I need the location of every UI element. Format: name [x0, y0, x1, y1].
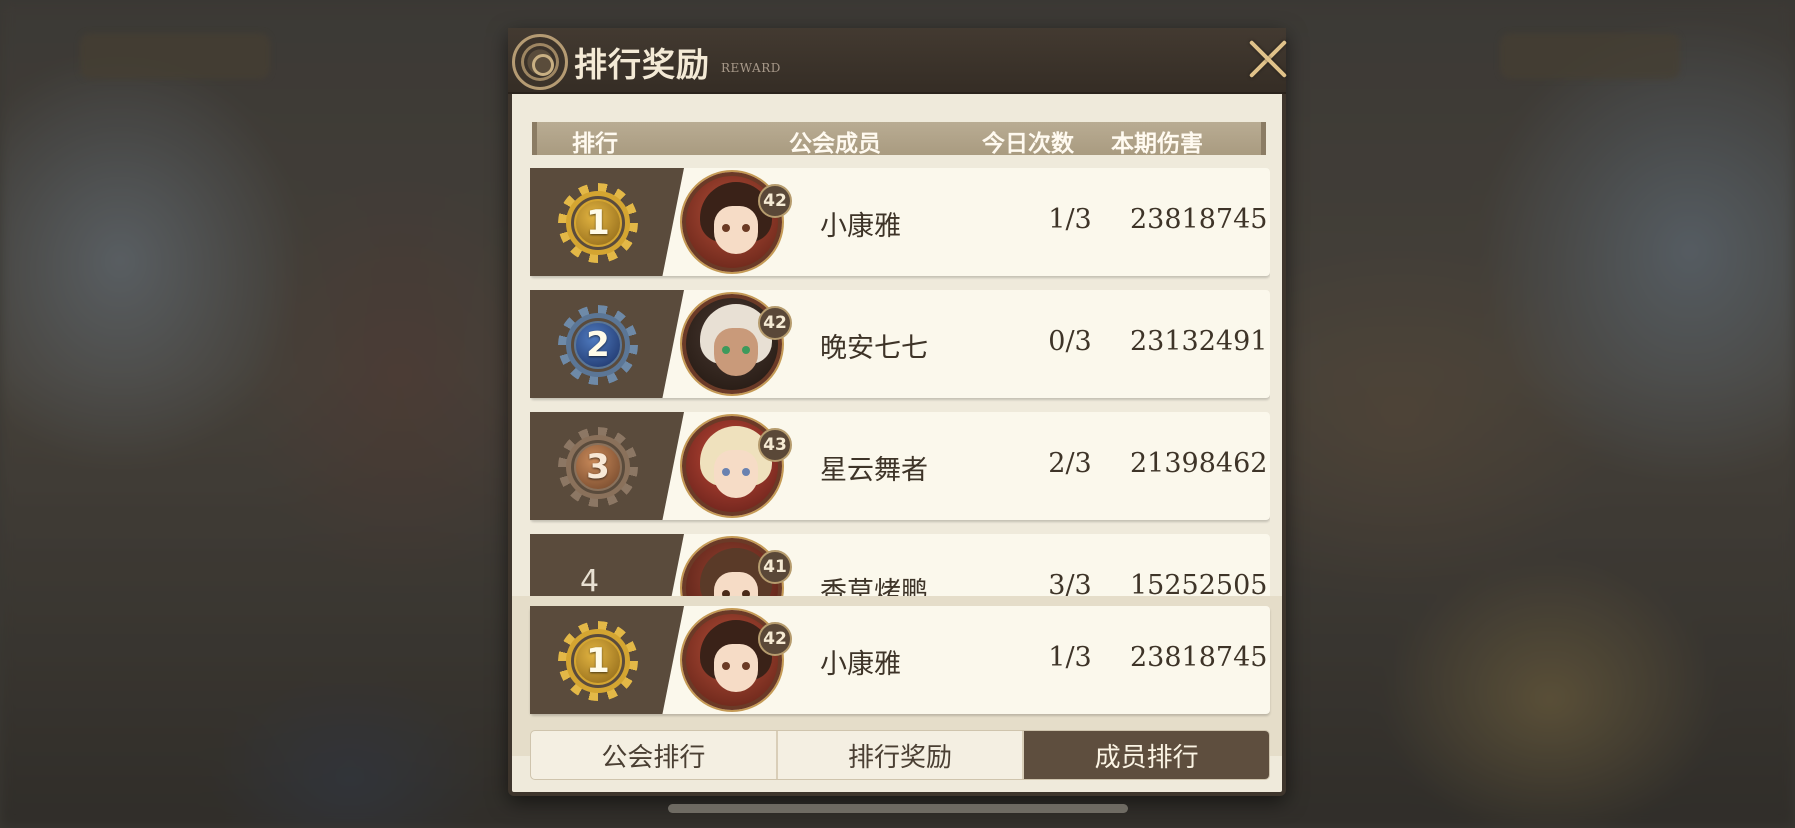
- today-count: 1/3: [1048, 642, 1092, 673]
- home-indicator: [668, 804, 1128, 813]
- damage-value: 23818745: [1130, 204, 1268, 235]
- close-icon[interactable]: [1244, 32, 1294, 82]
- ranking-row[interactable]: 2 42 晚安七七 0/3 23132491: [530, 290, 1270, 398]
- rank-block: 2: [530, 290, 684, 398]
- rank-number: 4: [580, 564, 600, 599]
- level-badge: 41: [758, 550, 792, 584]
- tab-ranking-rewards[interactable]: 排行奖励: [778, 731, 1025, 779]
- ranking-panel: 排行奖励 REWARD 排行 公会成员 今日次数 本期伤害 1 42 小康雅 1…: [508, 28, 1286, 796]
- level-badge: 42: [758, 184, 792, 218]
- rank-block: 1: [530, 168, 684, 276]
- panel-subtitle: REWARD: [721, 61, 781, 75]
- today-count: 1/3: [1048, 204, 1092, 235]
- gold-medal-icon: 1: [558, 183, 638, 263]
- column-damage: 本期伤害: [1111, 130, 1203, 157]
- level-badge: 42: [758, 622, 792, 656]
- column-member: 公会成员: [789, 130, 881, 157]
- column-header: 排行 公会成员 今日次数 本期伤害: [532, 122, 1266, 157]
- rank-number: 1: [574, 637, 622, 685]
- damage-value: 21398462: [1130, 448, 1268, 479]
- panel-title: 排行奖励: [574, 45, 710, 84]
- ranking-row[interactable]: 3 43 星云舞者 2/3 21398462: [530, 412, 1270, 520]
- tab-guild-ranking[interactable]: 公会排行: [531, 731, 778, 779]
- ranking-row[interactable]: 1 42 小康雅 1/3 23818745: [530, 168, 1270, 276]
- damage-value: 23132491: [1130, 326, 1268, 357]
- bronze-medal-icon: 3: [558, 427, 638, 507]
- background-blurred-hud: [80, 33, 270, 79]
- ranking-list[interactable]: 1 42 小康雅 1/3 23818745 2 42 晚安七七 0/3 2313…: [530, 168, 1270, 620]
- rank-number: 1: [574, 199, 622, 247]
- rank-number: 3: [574, 443, 622, 491]
- panel-header: 排行奖励 REWARD: [508, 28, 1286, 94]
- tab-bar: 公会排行 排行奖励 成员排行: [530, 730, 1270, 780]
- rank-block: 3: [530, 412, 684, 520]
- today-count: 0/3: [1048, 326, 1092, 357]
- today-count: 2/3: [1048, 448, 1092, 479]
- damage-value: 23818745: [1130, 642, 1268, 673]
- tab-member-ranking[interactable]: 成员排行: [1024, 731, 1269, 779]
- avatar[interactable]: 43: [682, 416, 792, 516]
- gold-medal-icon: 1: [558, 621, 638, 701]
- avatar[interactable]: 42: [682, 172, 792, 272]
- avatar[interactable]: 42: [682, 610, 792, 710]
- member-name: 小康雅: [820, 211, 901, 242]
- level-badge: 42: [758, 306, 792, 340]
- rank-block: 1: [530, 606, 684, 714]
- member-name: 小康雅: [820, 649, 901, 680]
- avatar[interactable]: 42: [682, 294, 792, 394]
- silver-medal-icon: 2: [558, 305, 638, 385]
- self-ranking-row[interactable]: 1 42 小康雅 1/3 23818745: [530, 606, 1270, 714]
- column-today-count: 今日次数: [982, 130, 1074, 157]
- column-rank: 排行: [572, 130, 618, 157]
- rank-number: 2: [574, 321, 622, 369]
- gear-emblem-icon: [512, 34, 568, 90]
- member-name: 星云舞者: [820, 455, 928, 486]
- member-name: 晚安七七: [820, 333, 928, 364]
- level-badge: 43: [758, 428, 792, 462]
- background-blurred-hud: [1500, 33, 1680, 79]
